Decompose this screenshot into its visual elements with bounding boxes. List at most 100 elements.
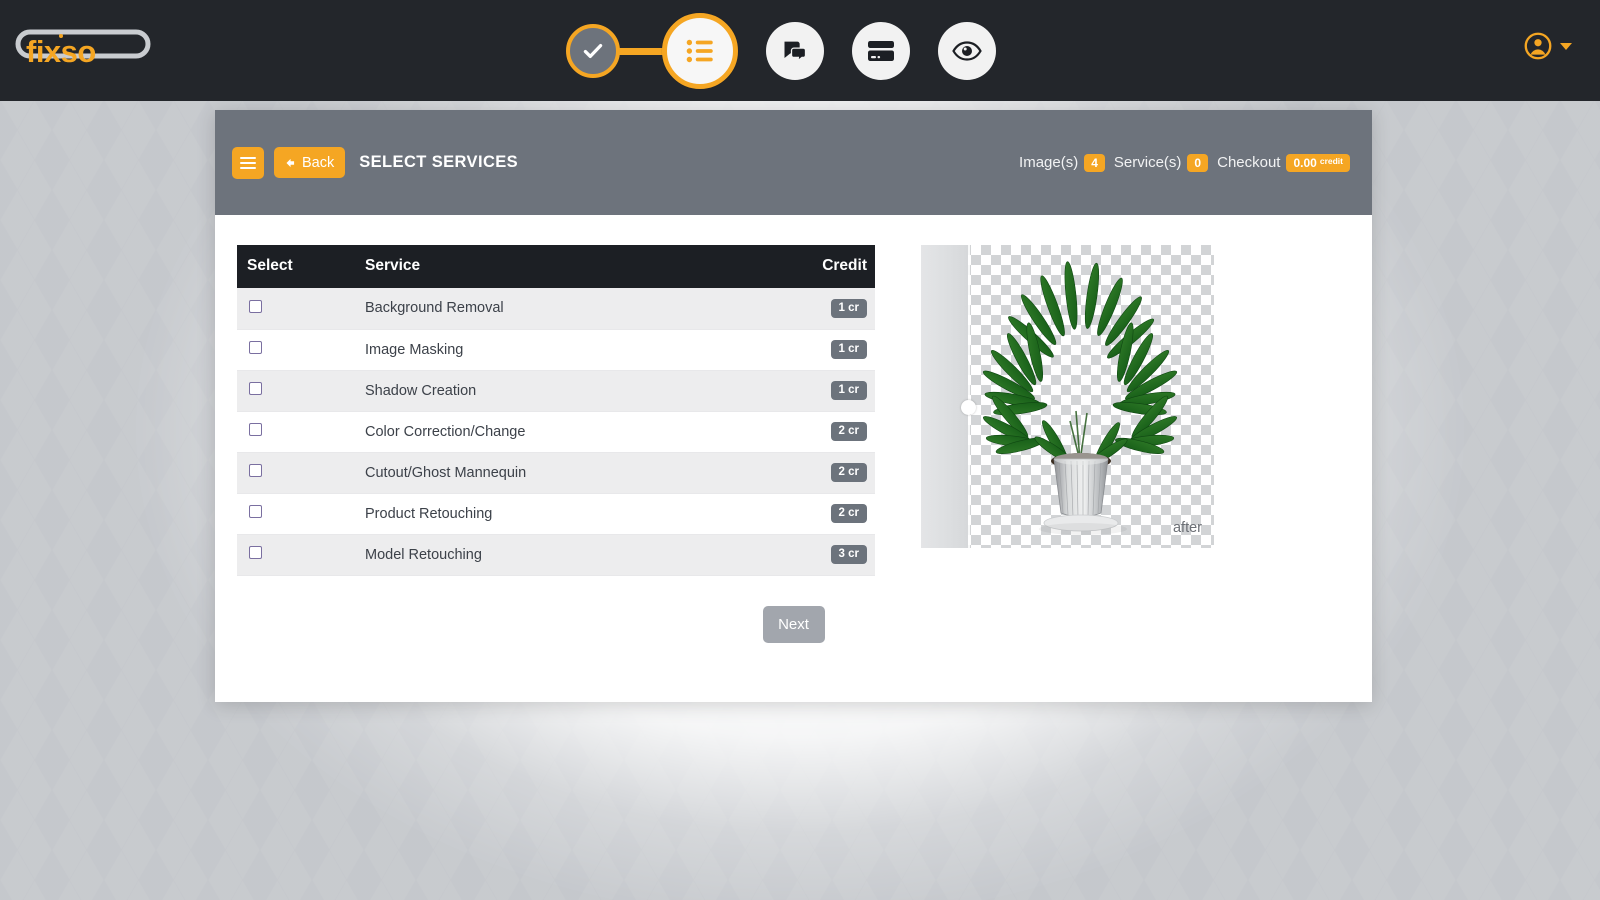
service-credit-cell: 2 cr	[765, 411, 875, 452]
svg-text:fixso: fixso	[26, 34, 96, 69]
table-row[interactable]: Image Masking 1 cr	[237, 329, 875, 370]
column-header-service: Service	[365, 245, 765, 288]
table-row[interactable]: Product Retouching 2 cr	[237, 493, 875, 534]
column-header-credit: Credit	[765, 245, 875, 288]
card-body: Select Service Credit Background Removal…	[215, 215, 1372, 576]
service-checkbox[interactable]	[249, 299, 262, 313]
service-credit-cell: 2 cr	[765, 452, 875, 493]
checkout-unit: credit	[1319, 155, 1343, 166]
service-checkbox[interactable]	[249, 423, 262, 436]
stat-images-label: Image(s)	[1019, 154, 1079, 171]
service-name: Color Correction/Change	[365, 423, 526, 440]
service-credit-cell: 1 cr	[765, 370, 875, 411]
card-footer: Next	[215, 605, 1372, 643]
back-button[interactable]: Back	[274, 147, 346, 178]
app-page: fixso Back SELECT SERVICES Image(s) 4 Se…	[0, 0, 1600, 900]
credit-badge: 1 cr	[830, 380, 867, 401]
credit-badge: 1 cr	[830, 339, 867, 360]
brand-logo[interactable]: fixso	[14, 28, 214, 74]
back-button-label: Back	[302, 154, 335, 171]
top-navbar: fixso	[0, 0, 1600, 101]
credit-badge: 1 cr	[830, 298, 867, 318]
credit-badge: 2 cr	[830, 462, 867, 483]
list-icon	[686, 39, 713, 63]
checkout-badge: 0.00 credit	[1286, 153, 1350, 172]
stepper-connector	[617, 47, 665, 55]
table-row[interactable]: Color Correction/Change 2 cr	[237, 411, 875, 452]
service-checkbox[interactable]	[249, 546, 262, 559]
step-services[interactable]	[662, 13, 738, 89]
user-circle-icon	[1524, 32, 1552, 60]
card-header: Back SELECT SERVICES Image(s) 4 Service(…	[215, 110, 1372, 215]
service-name: Image Masking	[365, 341, 464, 358]
stat-services-label: Service(s)	[1113, 154, 1182, 171]
service-name: Shadow Creation	[365, 382, 477, 399]
row-select-cell	[237, 370, 365, 411]
column-header-select: Select	[237, 245, 365, 288]
user-menu[interactable]	[1524, 32, 1572, 60]
stat-images: Image(s) 4	[1019, 153, 1105, 172]
row-select-cell	[237, 329, 365, 370]
service-checkbox[interactable]	[249, 464, 262, 477]
stat-images-badge: 4	[1084, 153, 1105, 172]
check-icon	[583, 43, 603, 59]
chevron-down-icon	[1560, 42, 1572, 50]
service-name: Model Retouching	[365, 546, 482, 563]
step-upload[interactable]	[566, 24, 620, 78]
stat-services-badge: 0	[1187, 153, 1209, 172]
table-head: Select Service Credit	[237, 245, 875, 288]
row-select-cell	[237, 288, 365, 329]
checkout-label: Checkout	[1217, 154, 1281, 171]
table-row[interactable]: Cutout/Ghost Mannequin 2 cr	[237, 452, 875, 493]
chat-bubble-icon	[784, 41, 807, 62]
preview-divider	[968, 245, 970, 548]
row-select-cell	[237, 493, 365, 534]
credit-badge: 3 cr	[830, 544, 867, 565]
table-row[interactable]: Model Retouching 3 cr	[237, 534, 875, 575]
step-review[interactable]	[938, 22, 996, 80]
table-row[interactable]: Shadow Creation 1 cr	[237, 370, 875, 411]
checkout-value: 0.00	[1293, 155, 1317, 170]
header-stats: Image(s) 4 Service(s) 0 Checkout 0.00 cre…	[1019, 153, 1350, 172]
row-select-cell	[237, 411, 365, 452]
step-messages[interactable]	[766, 22, 824, 80]
stat-services: Service(s) 0	[1113, 153, 1209, 172]
credit-card-icon	[868, 41, 894, 61]
progress-stepper	[566, 8, 996, 94]
next-button[interactable]: Next	[762, 605, 825, 643]
service-checkbox[interactable]	[249, 505, 262, 518]
service-name: Product Retouching	[365, 505, 493, 522]
preview-before-layer	[921, 245, 968, 548]
credit-badge: 2 cr	[830, 421, 867, 442]
services-table-wrap: Select Service Credit Background Removal…	[237, 245, 897, 576]
potted-plant-image	[982, 261, 1178, 535]
image-preview-wrap: after	[921, 245, 1214, 576]
page-title: SELECT SERVICES	[359, 153, 519, 171]
table-row[interactable]: Background Removal 1 cr	[237, 288, 875, 329]
preview-after-label: after	[1172, 520, 1202, 536]
hamburger-menu-icon	[240, 166, 256, 169]
arrow-left-icon	[286, 158, 295, 167]
service-name: Background Removal	[365, 300, 504, 317]
hamburger-menu-icon	[240, 156, 256, 159]
service-checkbox[interactable]	[249, 341, 262, 354]
row-select-cell	[237, 534, 365, 575]
services-table: Select Service Credit Background Removal…	[237, 245, 875, 576]
checkout-summary[interactable]: Checkout 0.00 credit	[1217, 153, 1350, 172]
service-credit-cell: 3 cr	[765, 534, 875, 575]
hamburger-menu-icon	[240, 161, 256, 164]
credit-badge: 2 cr	[830, 503, 867, 524]
row-select-cell	[237, 452, 365, 493]
service-checkbox[interactable]	[249, 382, 262, 395]
table-body: Background Removal 1 cr Image Masking 1 cr S…	[237, 288, 875, 575]
services-card: Back SELECT SERVICES Image(s) 4 Service(…	[215, 110, 1372, 702]
service-credit-cell: 2 cr	[765, 493, 875, 534]
table-header-row: Select Service Credit	[237, 245, 875, 288]
step-payment[interactable]	[852, 22, 910, 80]
service-credit-cell: 1 cr	[765, 329, 875, 370]
before-after-preview[interactable]: after	[921, 245, 1214, 548]
eye-icon	[952, 41, 982, 61]
hamburger-menu-button[interactable]	[232, 146, 264, 179]
slider-handle-icon[interactable]	[961, 400, 976, 415]
service-credit-cell: 1 cr	[765, 288, 875, 329]
